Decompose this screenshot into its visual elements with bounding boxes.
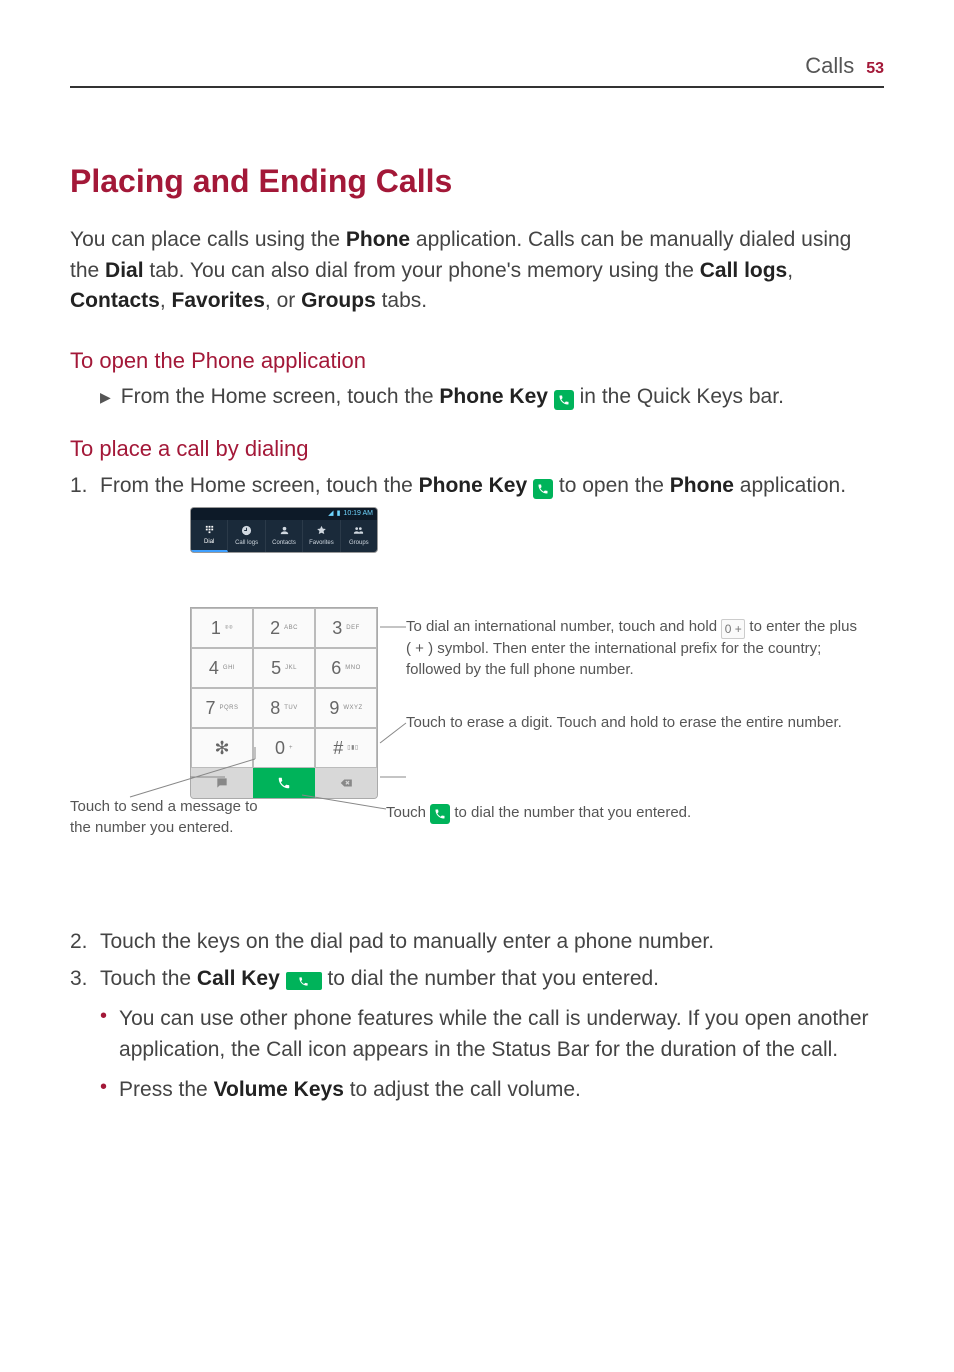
key-0[interactable]: 0+ bbox=[253, 728, 315, 768]
bullet-other-features: • You can use other phone features while… bbox=[70, 1004, 884, 1065]
tab-dial[interactable]: Dial bbox=[191, 520, 228, 552]
key-4[interactable]: 4GHI bbox=[191, 648, 253, 688]
call-key-icon bbox=[286, 972, 322, 990]
bullet-icon: • bbox=[100, 1004, 107, 1065]
phone-key-icon bbox=[533, 479, 553, 499]
header-section: Calls bbox=[805, 50, 854, 82]
phone-key-icon bbox=[554, 390, 574, 410]
page-header: Calls 53 bbox=[70, 50, 884, 88]
message-button[interactable] bbox=[191, 768, 253, 798]
key-star[interactable]: ✻ bbox=[191, 728, 253, 768]
subheading-open-phone: To open the Phone application bbox=[70, 345, 884, 377]
key-5[interactable]: 5JKL bbox=[253, 648, 315, 688]
clock-icon bbox=[241, 525, 253, 537]
intro-paragraph: You can place calls using the Phone appl… bbox=[70, 225, 884, 316]
callout-international: To dial an international number, touch a… bbox=[406, 617, 866, 680]
bullet-volume: • Press the Volume Keys to adjust the ca… bbox=[70, 1075, 884, 1105]
key-8[interactable]: 8TUV bbox=[253, 688, 315, 728]
status-bar: ◢ ▮ 10:19 AM bbox=[191, 508, 377, 520]
dialpad-icon bbox=[203, 524, 215, 536]
step-2: 2. Touch the keys on the dial pad to man… bbox=[70, 927, 884, 957]
step-3: 3. Touch the Call Key to dial the number… bbox=[70, 964, 884, 994]
star-icon bbox=[315, 525, 327, 537]
tab-call-logs[interactable]: Call logs bbox=[228, 520, 265, 552]
dial-pad: 1⌾⌾ 2ABC 3DEF 4GHI 5JKL 6MNO 7PQRS 8TUV … bbox=[190, 607, 378, 799]
page-title: Placing and Ending Calls bbox=[70, 158, 884, 204]
vibrate-icon: ▯▮▯ bbox=[347, 744, 358, 753]
call-icon bbox=[430, 804, 450, 824]
subheading-place-call: To place a call by dialing bbox=[70, 433, 884, 465]
zero-plus-key-icon: 0 + bbox=[721, 619, 745, 639]
wifi-icon: ◢ bbox=[328, 509, 333, 519]
call-button[interactable] bbox=[253, 768, 315, 798]
key-hash[interactable]: #▯▮▯ bbox=[315, 728, 377, 768]
header-page-number: 53 bbox=[866, 57, 884, 80]
signal-icon: ▮ bbox=[337, 509, 341, 519]
tab-favorites[interactable]: Favorites bbox=[303, 520, 340, 552]
key-3[interactable]: 3DEF bbox=[315, 608, 377, 648]
group-icon bbox=[353, 525, 365, 537]
tab-groups[interactable]: Groups bbox=[341, 520, 377, 552]
callout-erase: Touch to erase a digit. Touch and hold t… bbox=[406, 713, 876, 733]
bullet-icon: • bbox=[100, 1075, 107, 1105]
callout-message: Touch to send a message to the number yo… bbox=[70, 797, 270, 838]
status-time: 10:19 AM bbox=[343, 509, 373, 519]
backspace-button[interactable] bbox=[315, 768, 377, 798]
key-2[interactable]: 2ABC bbox=[253, 608, 315, 648]
key-6[interactable]: 6MNO bbox=[315, 648, 377, 688]
person-icon bbox=[278, 525, 290, 537]
tab-contacts[interactable]: Contacts bbox=[266, 520, 303, 552]
key-1[interactable]: 1⌾⌾ bbox=[191, 608, 253, 648]
voicemail-icon: ⌾⌾ bbox=[225, 624, 233, 633]
key-9[interactable]: 9WXYZ bbox=[315, 688, 377, 728]
step-1: 1. From the Home screen, touch the Phone… bbox=[70, 471, 884, 501]
dialer-diagram: ◢ ▮ 10:19 AM Dial Call logs Contacts Fav… bbox=[70, 507, 884, 907]
phone-app-tabbar: ◢ ▮ 10:19 AM Dial Call logs Contacts Fav… bbox=[190, 507, 378, 553]
step-open-phone: ▶ From the Home screen, touch the Phone … bbox=[70, 382, 884, 412]
triangle-bullet-icon: ▶ bbox=[100, 387, 111, 412]
callout-dial: Touch to dial the number that you entere… bbox=[386, 803, 856, 824]
key-7[interactable]: 7PQRS bbox=[191, 688, 253, 728]
